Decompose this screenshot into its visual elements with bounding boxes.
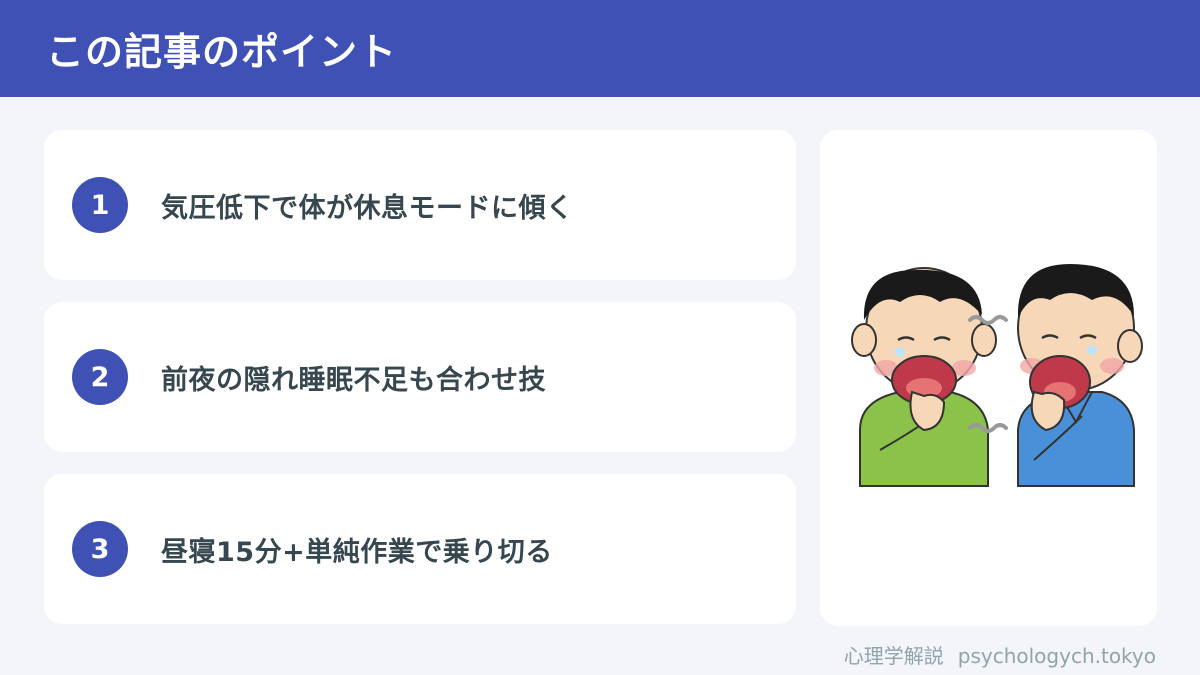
- point-number-badge: 3: [72, 521, 128, 577]
- left-man-figure: [851, 267, 997, 487]
- point-number-badge: 1: [72, 177, 128, 233]
- right-man-figure: [1017, 264, 1143, 487]
- point-text: 気圧低下で体が休息モードに傾く: [161, 192, 574, 224]
- page-title: この記事のポイント: [46, 30, 398, 74]
- footer-label: 心理学解説: [843, 644, 944, 668]
- point-card-2: 2 前夜の隠れ睡眠不足も合わせ技: [44, 302, 796, 452]
- footer-site-link[interactable]: psychologych.tokyo: [958, 644, 1156, 668]
- point-text: 前夜の隠れ睡眠不足も合わせ技: [161, 364, 546, 396]
- header-bar: この記事のポイント: [0, 0, 1200, 97]
- illustration-card: [820, 130, 1157, 626]
- point-text: 昼寝15分+単純作業で乗り切る: [161, 536, 553, 568]
- point-card-3: 3 昼寝15分+単純作業で乗り切る: [44, 474, 796, 624]
- point-number-badge: 2: [72, 349, 128, 405]
- point-card-1: 1 気圧低下で体が休息モードに傾く: [44, 130, 796, 280]
- footer-credit: 心理学解説 psychologych.tokyo: [844, 640, 1156, 669]
- yawning-men-illustration: [851, 264, 1143, 487]
